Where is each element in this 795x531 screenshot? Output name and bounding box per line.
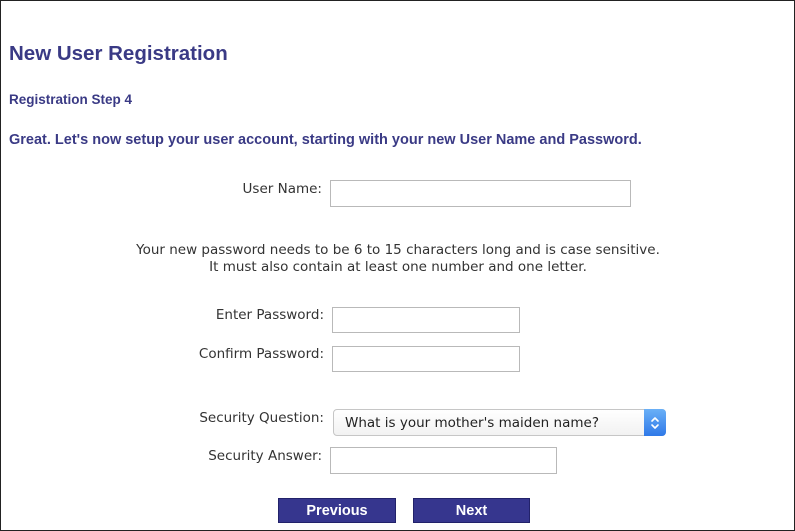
password-requirements-line-2: It must also contain at least one number… bbox=[209, 259, 587, 275]
security-question-selected: What is your mother's maiden name? bbox=[345, 415, 599, 431]
security-answer-label: Security Answer: bbox=[208, 448, 322, 464]
page-title: New User Registration bbox=[9, 42, 228, 65]
confirm-password-input[interactable] bbox=[332, 346, 520, 372]
username-input[interactable] bbox=[330, 180, 631, 207]
password-requirements-line-1: Your new password needs to be 6 to 15 ch… bbox=[136, 242, 660, 258]
chevron-up-down-icon[interactable] bbox=[644, 409, 666, 436]
intro-text: Great. Let's now setup your user account… bbox=[9, 132, 642, 148]
security-answer-input[interactable] bbox=[330, 447, 557, 474]
next-button[interactable]: Next bbox=[413, 498, 530, 523]
password-requirements-note: Your new password needs to be 6 to 15 ch… bbox=[81, 242, 715, 276]
username-label: User Name: bbox=[242, 181, 322, 197]
previous-button[interactable]: Previous bbox=[278, 498, 396, 523]
registration-panel: New User Registration Registration Step … bbox=[0, 0, 795, 531]
confirm-password-label: Confirm Password: bbox=[198, 346, 324, 362]
password-input[interactable] bbox=[332, 307, 520, 333]
password-label: Enter Password: bbox=[215, 307, 324, 323]
security-question-select[interactable]: What is your mother's maiden name? bbox=[333, 409, 666, 436]
step-indicator: Registration Step 4 bbox=[9, 92, 133, 107]
security-question-label: Security Question: bbox=[199, 410, 324, 426]
